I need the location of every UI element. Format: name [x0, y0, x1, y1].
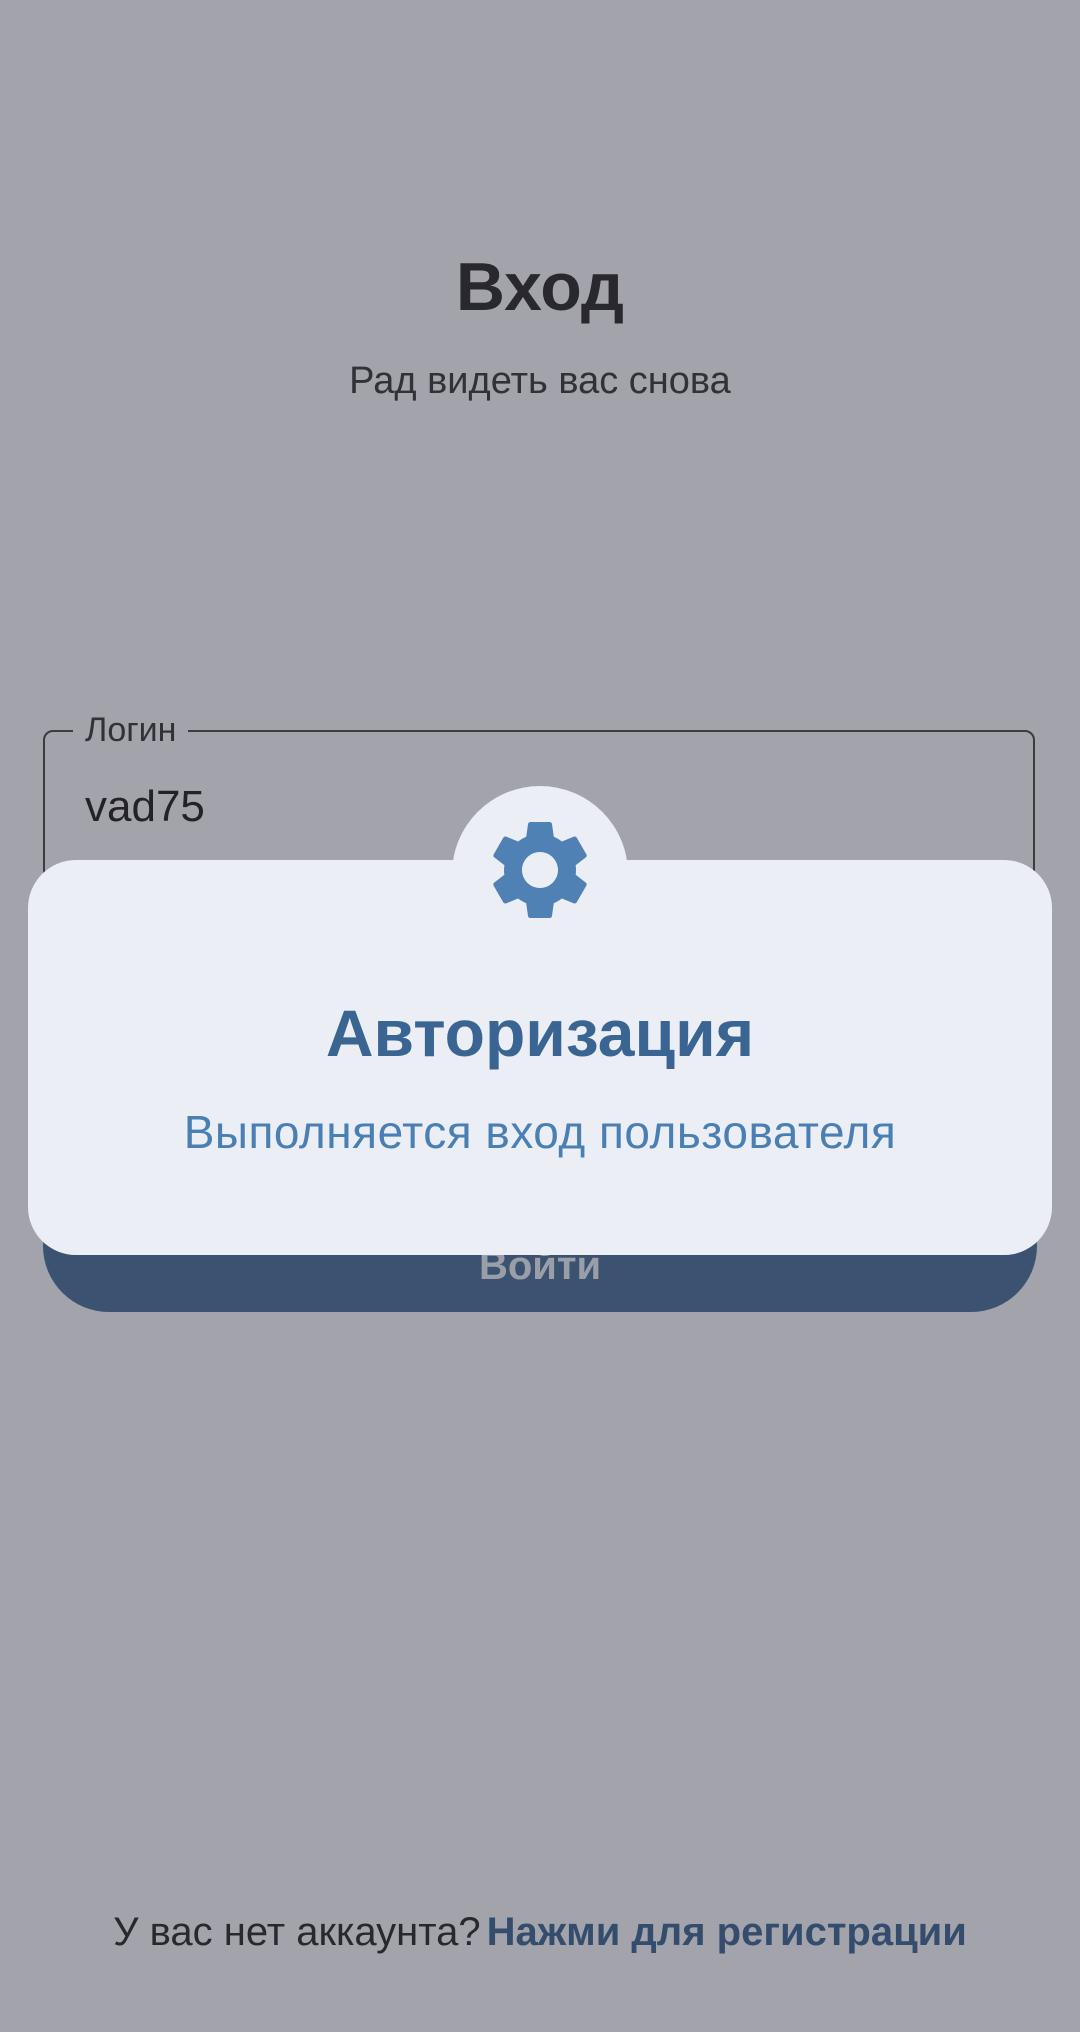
dialog-title: Авторизация: [325, 996, 755, 1070]
dialog-message: Выполняется вход пользователя: [183, 1106, 897, 1158]
dialog-icon-badge: [452, 786, 628, 962]
gear-icon: [493, 822, 587, 918]
